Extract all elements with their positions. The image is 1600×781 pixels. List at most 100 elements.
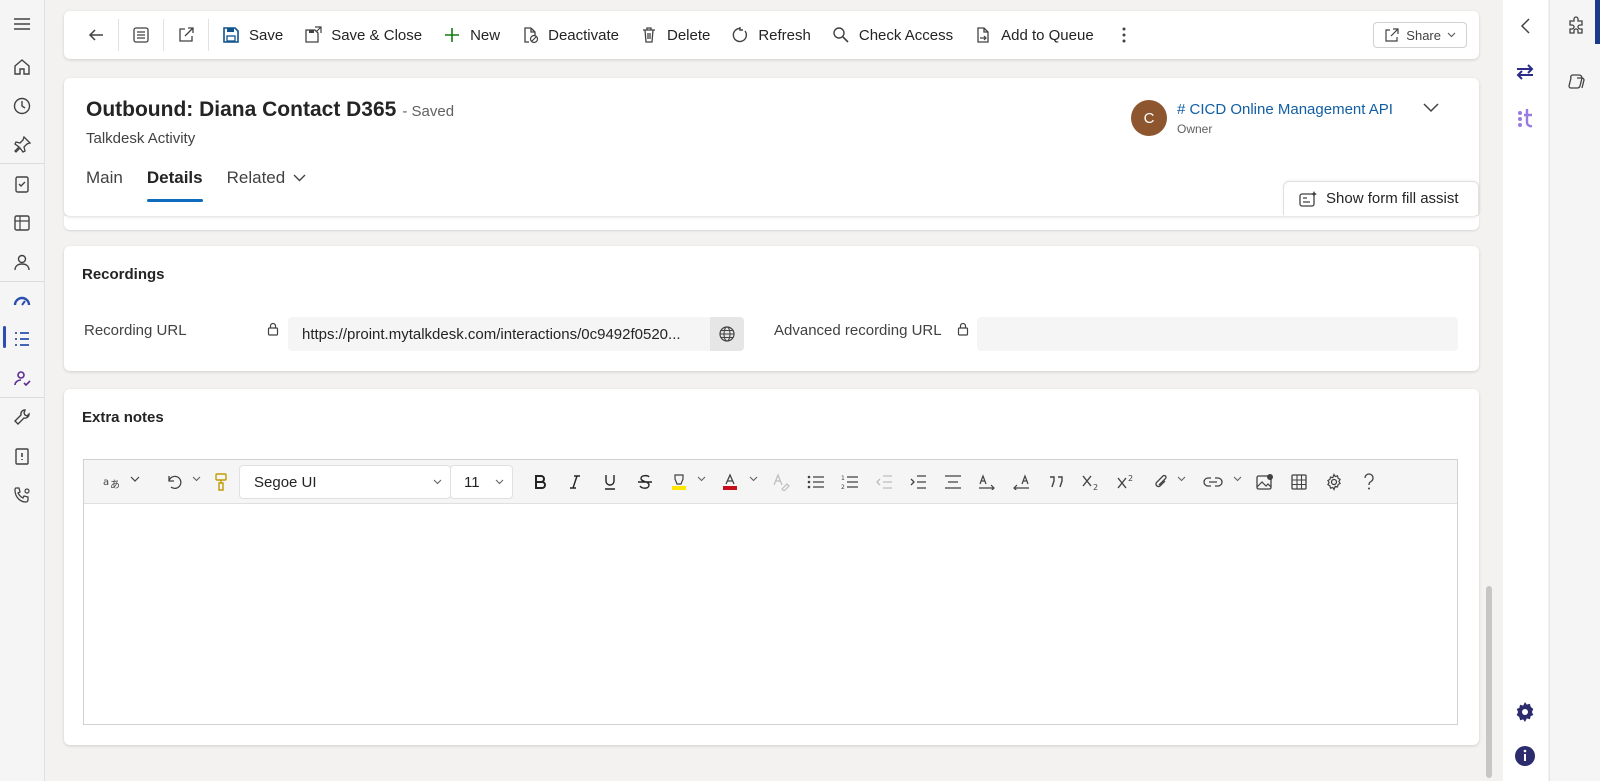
lock-icon [957, 322, 969, 336]
info-icon[interactable] [1513, 744, 1537, 768]
share-button[interactable]: Share [1373, 22, 1467, 48]
check-access-button[interactable]: Check Access [821, 17, 963, 53]
tab-details[interactable]: Details [146, 168, 203, 202]
dashboard-icon[interactable] [10, 289, 34, 313]
refresh-icon [730, 25, 750, 45]
advanced-url-field[interactable] [977, 317, 1458, 351]
clipboard-icon[interactable] [10, 172, 34, 196]
record-title: Outbound: Diana Contact D365- Saved [86, 98, 455, 121]
link-icon[interactable] [1202, 470, 1224, 494]
table-icon[interactable] [1288, 470, 1310, 494]
svg-text:2: 2 [1093, 483, 1098, 491]
text-direction-ltr-icon[interactable] [977, 470, 997, 494]
back-button[interactable] [76, 17, 116, 53]
entity-name: Talkdesk Activity [86, 130, 196, 147]
pin-icon[interactable] [10, 133, 34, 157]
underline-icon[interactable] [600, 470, 620, 494]
chevron-down-icon [433, 479, 442, 485]
deactivate-button[interactable]: Deactivate [510, 17, 629, 53]
expand-header-chevron-icon[interactable] [1422, 102, 1440, 114]
phone-settings-icon[interactable] [10, 483, 34, 507]
hamburger-menu-icon[interactable] [10, 12, 34, 36]
italic-icon[interactable] [565, 470, 585, 494]
talkdesk-logo-icon[interactable] [1513, 106, 1537, 130]
format-painter-icon[interactable] [212, 470, 230, 494]
chevron-down-icon[interactable] [697, 476, 706, 482]
chevron-down-icon[interactable] [1177, 476, 1186, 482]
plus-icon [442, 25, 462, 45]
chevron-down-icon[interactable] [1233, 476, 1242, 482]
bold-icon[interactable] [530, 470, 550, 494]
save-button[interactable]: Save [211, 17, 293, 53]
text-direction-rtl-icon[interactable] [1011, 470, 1031, 494]
bulleted-list-icon[interactable] [806, 470, 826, 494]
font-size-select[interactable]: 11 [450, 465, 513, 499]
editor-content-area[interactable] [84, 505, 1457, 724]
increase-indent-icon[interactable] [908, 470, 928, 494]
recent-icon[interactable] [10, 94, 34, 118]
advanced-url-label: Advanced recording URL [774, 322, 942, 339]
decrease-indent-icon[interactable] [874, 470, 894, 494]
strikethrough-icon[interactable] [635, 470, 655, 494]
svg-text:あ: あ [110, 479, 120, 490]
svg-text:a: a [103, 477, 109, 488]
chevron-down-icon[interactable] [130, 476, 140, 482]
contact-icon[interactable] [10, 250, 34, 274]
chevron-down-icon [293, 174, 306, 182]
tab-related[interactable]: Related [227, 168, 307, 202]
align-icon[interactable] [943, 470, 963, 494]
language-icon[interactable]: aあ [102, 470, 122, 494]
save-and-close-button[interactable]: Save & Close [293, 17, 432, 53]
attachment-icon[interactable] [1151, 470, 1171, 494]
home-icon[interactable] [10, 55, 34, 79]
font-color-icon[interactable] [720, 470, 740, 494]
window-accent-bar [1595, 0, 1600, 44]
highlight-icon[interactable] [669, 470, 689, 494]
open-url-button[interactable] [710, 317, 744, 351]
record-set-button[interactable] [121, 17, 161, 53]
new-button[interactable]: New [432, 17, 510, 53]
extra-notes-section: Extra notes aあ Segoe UI 11 1 2 2 2 [64, 389, 1479, 745]
collapse-pane-chevron-icon[interactable] [1513, 14, 1537, 38]
left-navigation [0, 0, 45, 781]
key-search-icon [831, 25, 851, 45]
chevron-down-icon[interactable] [749, 476, 758, 482]
knowledge-icon[interactable] [10, 444, 34, 468]
undo-icon[interactable] [164, 470, 184, 494]
form-fill-assist-button[interactable]: Show form fill assist [1283, 181, 1479, 215]
agent-icon[interactable] [10, 366, 34, 390]
svg-text:2: 2 [841, 484, 845, 490]
quote-icon[interactable] [1046, 470, 1066, 494]
owner-label: Owner [1177, 121, 1213, 136]
open-new-window-button[interactable] [166, 17, 206, 53]
puzzle-icon[interactable] [1565, 14, 1589, 38]
subscript-icon[interactable]: 2 [1080, 470, 1102, 494]
activity-list-icon[interactable] [10, 327, 34, 351]
insert-image-icon[interactable] [1254, 470, 1276, 494]
recording-url-field[interactable]: https://proint.mytalkdesk.com/interactio… [288, 317, 710, 351]
owner-link[interactable]: # CICD Online Management API [1177, 101, 1393, 118]
recording-url-label: Recording URL [84, 322, 187, 339]
popout-icon [176, 25, 196, 45]
delete-button[interactable]: Delete [629, 17, 720, 53]
gear-icon[interactable] [1513, 700, 1537, 724]
settings-icon[interactable] [1323, 470, 1345, 494]
command-bar: Save Save & Close New Deactivate Delete … [64, 11, 1479, 59]
chevron-down-icon[interactable] [192, 476, 201, 482]
wrench-icon[interactable] [10, 405, 34, 429]
numbered-list-icon[interactable]: 12 [840, 470, 860, 494]
notebook-icon[interactable] [10, 211, 34, 235]
swap-arrows-icon[interactable] [1513, 60, 1537, 84]
tab-main[interactable]: Main [86, 168, 123, 202]
more-commands-button[interactable] [1104, 17, 1144, 53]
add-to-queue-button[interactable]: Add to Queue [963, 17, 1104, 53]
form-sparkle-icon [1298, 190, 1318, 208]
clear-formatting-icon[interactable] [771, 470, 791, 494]
share-icon [1384, 27, 1400, 43]
page-scrollbar[interactable] [1486, 586, 1492, 778]
help-icon[interactable] [1358, 470, 1380, 494]
copilot-icon[interactable] [1565, 70, 1589, 94]
font-family-select[interactable]: Segoe UI [239, 465, 451, 499]
superscript-icon[interactable]: 2 [1115, 470, 1137, 494]
refresh-button[interactable]: Refresh [720, 17, 821, 53]
